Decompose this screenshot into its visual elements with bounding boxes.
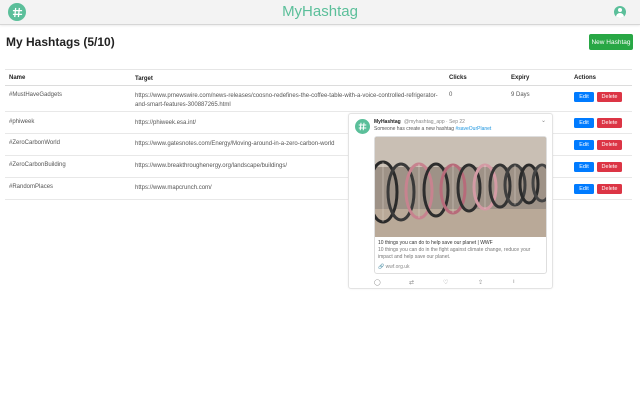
tweet-actions: ◯ ⇄ ♡ ⇪ ı — [374, 279, 544, 287]
row-name: #RandomPlaces — [9, 184, 54, 190]
row-name: #ZeroCarbonWorld — [9, 140, 60, 146]
tweet-card-title: 10 things you can do to help save our pl… — [378, 240, 493, 246]
top-navbar: MyHashtag — [0, 0, 640, 25]
edit-button[interactable]: Edit — [574, 118, 594, 128]
tweet-hashtag-link[interactable]: #saveOurPlanet — [455, 126, 491, 132]
row-target-link[interactable]: https://www.prnewswire.com/news-releases… — [135, 92, 445, 110]
delete-button[interactable]: Delete — [597, 118, 622, 128]
analytics-icon[interactable]: ı — [513, 279, 515, 285]
tweet-text-prefix: Someone has create a new hashtag — [374, 126, 455, 132]
row-name: #phiweek — [9, 119, 35, 125]
header-name: Name — [9, 75, 26, 81]
edit-button[interactable]: Edit — [574, 162, 594, 172]
table-row: #MustHaveGadgets https://www.prnewswire.… — [5, 86, 632, 112]
header-clicks: Clicks — [449, 75, 467, 81]
edit-button[interactable]: Edit — [574, 184, 594, 194]
tweet-card-domain-text: wwf.org.uk — [385, 264, 410, 270]
header-target: Target — [135, 76, 153, 82]
tweet-card-description: 10 things you can do in the fight agains… — [378, 247, 531, 260]
new-hashtag-button[interactable]: New Hashtag — [589, 34, 633, 50]
row-clicks: 0 — [449, 92, 453, 98]
share-icon[interactable]: ⇪ — [478, 279, 483, 286]
tweet-card-domain: 🔗 wwf.org.uk — [378, 264, 410, 270]
like-icon[interactable]: ♡ — [443, 279, 448, 286]
delete-button[interactable]: Delete — [597, 140, 622, 150]
row-name: #MustHaveGadgets — [9, 92, 63, 98]
delete-button[interactable]: Delete — [597, 184, 622, 194]
row-name: #ZeroCarbonBuilding — [9, 162, 66, 168]
edit-button[interactable]: Edit — [574, 92, 594, 102]
tweet-link-card[interactable]: 10 things you can do to help save our pl… — [374, 136, 547, 274]
page-title: My Hashtags (5/10) — [6, 35, 115, 49]
tweet-text: Someone has create a new hashtag #saveOu… — [374, 126, 491, 132]
retweet-icon[interactable]: ⇄ — [409, 279, 414, 286]
edit-button[interactable]: Edit — [574, 140, 594, 150]
tweet-embed-popover[interactable]: MyHashtag @myhashtag_app · Sep 22 ⌄ Some… — [348, 113, 553, 289]
app-brand-title[interactable]: MyHashtag — [0, 3, 640, 20]
chevron-down-icon[interactable]: ⌄ — [541, 117, 546, 124]
bicycles-image — [375, 137, 546, 237]
header-expiry: Expiry — [511, 75, 530, 81]
user-circle-icon[interactable] — [614, 6, 626, 18]
tweet-author-handle[interactable]: @myhashtag_app · Sep 22 — [404, 119, 465, 125]
delete-button[interactable]: Delete — [597, 92, 622, 102]
tweet-author-name[interactable]: MyHashtag — [374, 119, 401, 125]
delete-button[interactable]: Delete — [597, 162, 622, 172]
table-header-row: Name Target Clicks Expiry Actions — [5, 69, 632, 86]
reply-icon[interactable]: ◯ — [374, 279, 381, 286]
row-expiry: 9 Days — [511, 92, 530, 98]
tweet-avatar[interactable] — [355, 119, 370, 134]
header-actions: Actions — [574, 75, 597, 81]
